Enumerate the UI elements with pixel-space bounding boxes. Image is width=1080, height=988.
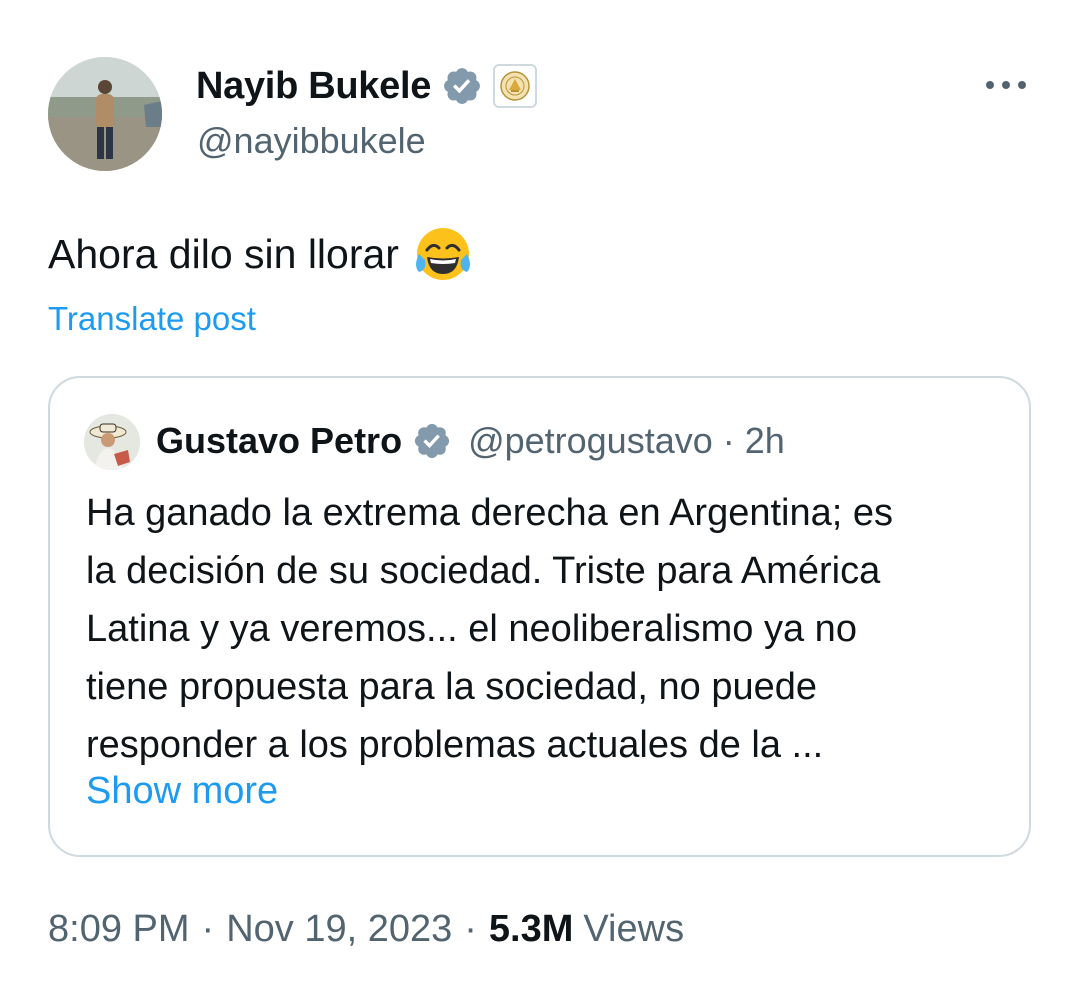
post-text: Ahora dilo sin llorar xyxy=(48,230,399,277)
quoted-author-avatar[interactable] xyxy=(84,414,140,470)
author-display-name[interactable]: Nayib Bukele xyxy=(196,65,431,108)
show-more-link[interactable]: Show more xyxy=(86,770,278,813)
post-meta-row: 8:09 PM · Nov 19, 2023 · 5.3M Views xyxy=(48,908,684,951)
meta-separator: · xyxy=(464,908,477,950)
quoted-post-time[interactable]: 2h xyxy=(745,420,785,462)
government-seal-icon[interactable] xyxy=(493,64,538,108)
more-options-icon[interactable] xyxy=(982,70,1032,100)
quoted-text-line: la decisión de su sociedad. Triste para … xyxy=(86,550,881,592)
quoted-text-line: Ha ganado la extrema derecha en Argentin… xyxy=(86,492,893,534)
meta-separator: · xyxy=(201,908,215,950)
verified-badge-icon[interactable] xyxy=(441,65,483,107)
quoted-author-name[interactable]: Gustavo Petro xyxy=(156,420,402,462)
author-name-row: Nayib Bukele xyxy=(196,62,538,110)
views-label: Views xyxy=(583,908,685,950)
author-handle[interactable]: @nayibbukele xyxy=(197,120,426,162)
post-date[interactable]: Nov 19, 2023 xyxy=(226,908,452,951)
author-avatar[interactable] xyxy=(48,57,162,171)
quoted-verified-badge-icon[interactable] xyxy=(412,421,452,461)
post-text-row: Ahora dilo sin llorar xyxy=(48,224,473,284)
quoted-author-handle[interactable]: @petrogustavo xyxy=(468,420,713,462)
seal-emblem-icon xyxy=(500,71,530,101)
quoted-header-separator: · xyxy=(722,420,735,461)
quoted-text-line: Latina y ya veremos... el neoliberalismo… xyxy=(86,608,857,650)
quoted-text-line: tiene propuesta para la sociedad, no pue… xyxy=(86,666,817,708)
translate-post-link[interactable]: Translate post xyxy=(48,300,256,338)
face-with-tears-of-joy-emoji xyxy=(415,228,470,280)
views-count: 5.3M xyxy=(488,908,574,950)
author-avatar-photo xyxy=(48,57,162,171)
quoted-avatar-photo xyxy=(84,414,140,470)
quoted-text-line: responder a los problemas actuales de la… xyxy=(86,724,824,766)
quoted-post-header: Gustavo Petro @petrogustavo · 2h xyxy=(156,416,785,466)
quoted-post-text: Ha ganado la extrema derecha en Argentin… xyxy=(86,484,1006,774)
quoted-post-card[interactable]: Gustavo Petro @petrogustavo · 2h Ha gana… xyxy=(48,376,1031,857)
post-time[interactable]: 8:09 PM xyxy=(48,908,190,951)
